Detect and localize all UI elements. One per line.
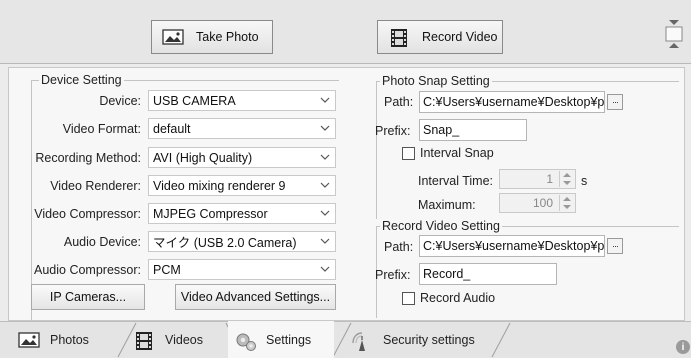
photo-path-label: Path: bbox=[384, 95, 414, 109]
video-compressor-select[interactable]: MJPEG Compressor bbox=[148, 203, 336, 224]
video-format-value: default bbox=[153, 121, 191, 136]
chevron-down-icon bbox=[320, 182, 330, 188]
film-icon bbox=[133, 331, 155, 350]
tab-videos-label: Videos bbox=[165, 332, 203, 347]
record-prefix-value: Record_ bbox=[423, 267, 471, 281]
top-toolbar: Take Photo Record Video bbox=[0, 0, 691, 64]
video-compressor-value: MJPEG Compressor bbox=[153, 206, 268, 221]
chevron-down-icon bbox=[320, 210, 330, 216]
photo-path-browse-button[interactable]: ··· bbox=[607, 94, 623, 110]
photo-prefix-value: Snap_ bbox=[423, 123, 460, 137]
bottom-tab-bar: Photos Videos Settings Security settings bbox=[0, 321, 691, 358]
record-audio-checkbox[interactable] bbox=[402, 292, 415, 305]
record-audio-label: Record Audio bbox=[420, 291, 496, 305]
take-photo-button[interactable]: Take Photo bbox=[151, 20, 273, 54]
video-renderer-select[interactable]: Video mixing renderer 9 bbox=[148, 175, 336, 196]
spinner-arrows-icon[interactable] bbox=[559, 195, 573, 211]
film-icon bbox=[388, 28, 410, 47]
ip-cameras-button[interactable]: IP Cameras... bbox=[31, 284, 145, 310]
interval-time-label: Interval Time: bbox=[418, 174, 494, 188]
photo-path-value: C:¥Users¥username¥Desktop¥ph bbox=[423, 95, 605, 109]
interval-unit: s bbox=[581, 174, 588, 188]
video-format-select[interactable]: default bbox=[148, 118, 336, 139]
device-select[interactable]: USB CAMERA bbox=[148, 90, 336, 111]
record-path-browse-button[interactable]: ··· bbox=[607, 238, 623, 254]
tab-security-settings-label: Security settings bbox=[383, 332, 475, 347]
photo-prefix-label: Prefix: bbox=[375, 124, 411, 138]
record-prefix-label: Prefix: bbox=[375, 268, 411, 282]
info-icon[interactable]: i bbox=[676, 340, 690, 354]
device-setting-title: Device Setting bbox=[39, 73, 124, 87]
device-value: USB CAMERA bbox=[153, 93, 236, 108]
tab-security-settings[interactable]: Security settings bbox=[351, 321, 475, 358]
chevron-down-icon bbox=[320, 238, 330, 244]
record-prefix-field[interactable]: Record_ bbox=[419, 263, 557, 285]
tab-settings[interactable]: Settings bbox=[228, 321, 334, 358]
recording-method-label: Recording Method: bbox=[35, 151, 141, 165]
record-path-value: C:¥Users¥username¥Desktop¥ph bbox=[423, 239, 605, 253]
video-advanced-settings-button[interactable]: Video Advanced Settings... bbox=[175, 284, 336, 310]
record-video-label: Record Video bbox=[422, 30, 498, 44]
recording-method-select[interactable]: AVI (High Quality) bbox=[148, 147, 336, 168]
recording-method-value: AVI (High Quality) bbox=[153, 150, 253, 165]
maximum-label: Maximum: bbox=[418, 198, 476, 212]
video-format-label: Video Format: bbox=[62, 122, 141, 136]
chevron-down-icon bbox=[320, 125, 330, 131]
device-label: Device: bbox=[99, 94, 141, 108]
photo-prefix-field[interactable]: Snap_ bbox=[419, 119, 527, 141]
interval-time-spinner[interactable]: 1 bbox=[499, 169, 576, 189]
gears-icon bbox=[234, 331, 256, 351]
photo-path-field[interactable]: C:¥Users¥username¥Desktop¥ph bbox=[419, 91, 605, 113]
photo-icon bbox=[162, 28, 184, 46]
spinner-arrows-icon[interactable] bbox=[559, 171, 573, 187]
audio-compressor-value: PCM bbox=[153, 262, 181, 277]
record-video-button[interactable]: Record Video bbox=[377, 20, 503, 54]
record-path-label: Path: bbox=[384, 240, 414, 254]
tab-videos[interactable]: Videos bbox=[133, 321, 203, 358]
tab-settings-label: Settings bbox=[266, 332, 312, 347]
settings-panel: Device Setting Device: USB CAMERA Video … bbox=[8, 67, 685, 321]
chevron-down-icon bbox=[320, 97, 330, 103]
chevron-down-icon bbox=[320, 154, 330, 160]
tab-photos[interactable]: Photos bbox=[18, 321, 89, 358]
interval-snap-checkbox[interactable] bbox=[402, 147, 415, 160]
tab-photos-label: Photos bbox=[50, 332, 89, 347]
audio-device-label: Audio Device: bbox=[63, 235, 141, 249]
record-video-title: Record Video Setting bbox=[380, 219, 502, 233]
interval-time-value: 1 bbox=[546, 172, 553, 186]
audio-device-value: マイク (USB 2.0 Camera) bbox=[153, 236, 297, 250]
maximum-value: 100 bbox=[532, 196, 553, 210]
photo-snap-title: Photo Snap Setting bbox=[380, 74, 492, 88]
photo-icon bbox=[18, 331, 40, 349]
audio-device-select[interactable]: マイク (USB 2.0 Camera) bbox=[148, 231, 336, 252]
interval-snap-label: Interval Snap bbox=[420, 146, 494, 160]
take-photo-label: Take Photo bbox=[196, 30, 259, 44]
tab-separators bbox=[0, 321, 691, 358]
security-icon bbox=[351, 331, 373, 351]
video-compressor-label: Video Compressor: bbox=[34, 207, 141, 221]
video-renderer-label: Video Renderer: bbox=[50, 179, 141, 193]
audio-compressor-label: Audio Compressor: bbox=[34, 263, 141, 277]
video-renderer-value: Video mixing renderer 9 bbox=[153, 178, 286, 193]
maximum-spinner[interactable]: 100 bbox=[499, 193, 576, 213]
collapse-toolbar-icon[interactable] bbox=[663, 16, 685, 52]
audio-compressor-select[interactable]: PCM bbox=[148, 259, 336, 280]
record-path-field[interactable]: C:¥Users¥username¥Desktop¥ph bbox=[419, 235, 605, 257]
chevron-down-icon bbox=[320, 266, 330, 272]
